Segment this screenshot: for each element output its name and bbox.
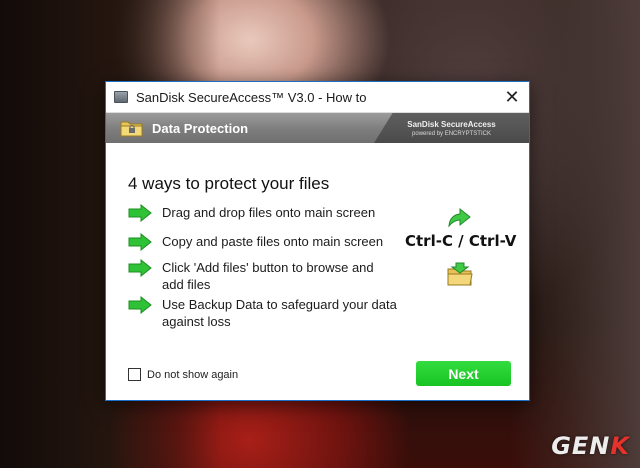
shortcut-text: Ctrl-C / Ctrl-V	[405, 232, 517, 250]
close-icon: ✕	[504, 86, 520, 107]
list-item: Use Backup Data to safeguard your data a…	[128, 296, 398, 330]
section-header: Data Protection SanDisk SecureAccess pow…	[106, 113, 529, 143]
next-button[interactable]: Next	[416, 361, 511, 386]
curved-arrow-icon	[448, 207, 471, 228]
do-not-show-checkbox-row[interactable]: Do not show again	[128, 368, 238, 381]
app-icon	[114, 91, 128, 103]
list-item: Click 'Add files' button to browse and a…	[128, 259, 388, 293]
green-arrow-icon	[128, 296, 152, 314]
brand-subtitle: powered by ENCRYPTSTICK	[412, 130, 491, 137]
list-item-label: Drag and drop files onto main screen	[162, 205, 376, 220]
main-heading: 4 ways to protect your files	[128, 174, 330, 193]
dialog-window: SanDisk SecureAccess™ V3.0 - How to ✕ Da…	[105, 81, 530, 401]
watermark-accent: K	[610, 432, 630, 460]
watermark-text: GEN	[551, 432, 611, 460]
section-title: Data Protection	[152, 120, 249, 136]
brand-logo: SanDisk SecureAccess powered by ENCRYPTS…	[374, 113, 529, 143]
checkbox-label: Do not show again	[147, 368, 239, 381]
green-arrow-icon	[128, 204, 152, 222]
list-item: Drag and drop files onto main screen	[128, 204, 398, 222]
list-item-label: Copy and paste files onto main screen	[162, 234, 384, 249]
do-not-show-checkbox[interactable]	[128, 368, 141, 381]
list-item-label: Use Backup Data to safeguard your data a…	[162, 297, 397, 329]
content-area: 4 ways to protect your files Drag and dr…	[106, 143, 529, 400]
folder-lock-icon	[120, 118, 144, 138]
green-arrow-icon	[128, 259, 152, 277]
window-title: SanDisk SecureAccess™ V3.0 - How to	[136, 89, 367, 105]
green-arrow-icon	[128, 233, 152, 251]
close-button[interactable]: ✕	[495, 82, 529, 112]
list-item: Copy and paste files onto main screen	[128, 233, 398, 251]
folder-add-icon	[447, 262, 473, 286]
brand-name: SanDisk SecureAccess	[407, 119, 496, 129]
title-bar: SanDisk SecureAccess™ V3.0 - How to ✕	[106, 82, 529, 113]
list-item-label: Click 'Add files' button to browse and a…	[162, 260, 374, 292]
watermark-logo: GENK	[551, 432, 630, 460]
